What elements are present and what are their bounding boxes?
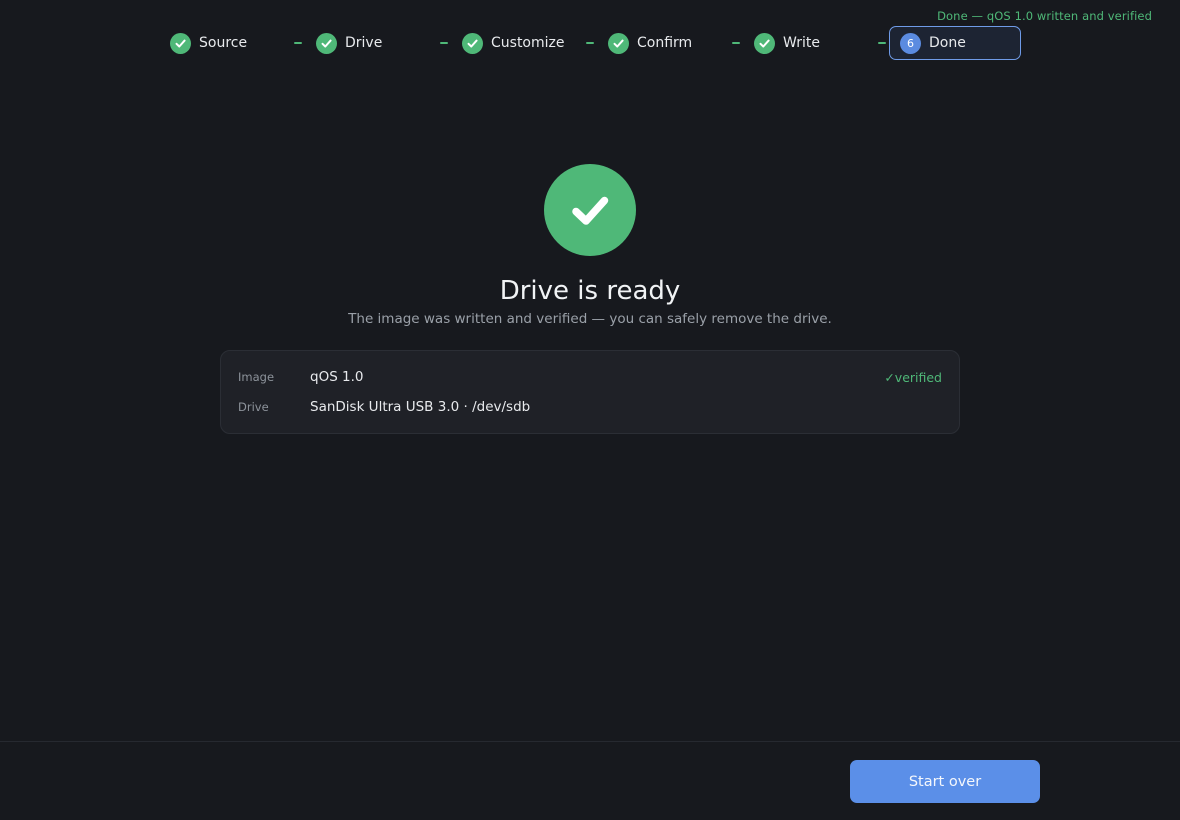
check-icon: [754, 32, 775, 54]
step-label: Done: [929, 35, 966, 51]
step-label: Source: [199, 35, 248, 51]
summary-key: Drive: [238, 400, 269, 414]
start-over-button[interactable]: Start over: [850, 760, 1040, 803]
summary-value: qOS 1.0: [310, 369, 364, 385]
step-confirm[interactable]: Confirm: [608, 26, 692, 60]
page-title: Drive is ready: [499, 276, 681, 306]
status-message: Done — qOS 1.0 written and verified: [937, 9, 1152, 23]
step-label: Confirm: [637, 35, 693, 51]
page-subtitle: The image was written and verified — you…: [348, 311, 832, 327]
check-icon: [316, 32, 337, 54]
verified-label: verified: [894, 369, 942, 385]
step-customize[interactable]: Customize: [462, 26, 565, 60]
check-icon: [170, 32, 191, 54]
step-connector: [878, 42, 886, 44]
verified-badge: ✓ verified: [884, 370, 942, 385]
step-source[interactable]: Source: [170, 26, 247, 60]
step-label: Write: [783, 35, 820, 51]
step-done[interactable]: 6 Done: [889, 26, 1021, 60]
step-number-badge: 6: [900, 32, 921, 54]
check-icon: [608, 32, 629, 54]
summary-row-image: Image qOS 1.0 ✓ verified: [221, 367, 959, 387]
step-label: Drive: [345, 35, 383, 51]
summary-value: SanDisk Ultra USB 3.0 · /dev/sdb: [310, 399, 531, 415]
step-connector: [586, 42, 594, 44]
summary-row-drive: Drive SanDisk Ultra USB 3.0 · /dev/sdb: [221, 397, 959, 417]
check-icon: [462, 32, 483, 54]
checkmark-icon: ✓: [884, 369, 895, 385]
step-drive[interactable]: Drive: [316, 26, 382, 60]
step-connector: [440, 42, 448, 44]
summary-card: Image qOS 1.0 ✓ verified Drive SanDisk U…: [220, 350, 960, 434]
step-connector: [294, 42, 302, 44]
wizard-stepper: Source Drive Customize Confirm Write 6 D…: [160, 26, 1022, 60]
check-circle-icon: [544, 164, 636, 256]
step-connector: [732, 42, 740, 44]
step-write[interactable]: Write: [754, 26, 820, 60]
summary-key: Image: [238, 370, 275, 384]
footer-bar: Start over: [0, 741, 1180, 820]
step-label: Customize: [491, 35, 565, 51]
